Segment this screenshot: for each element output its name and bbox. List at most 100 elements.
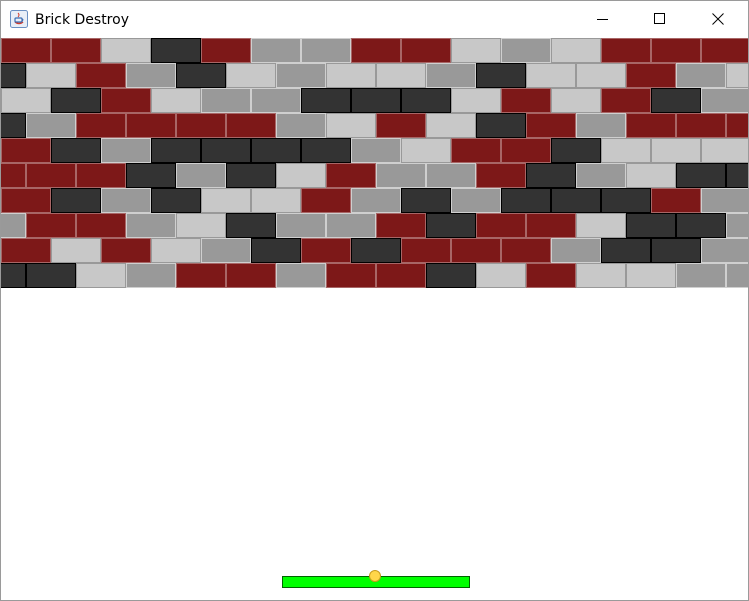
brick <box>401 188 451 213</box>
brick <box>201 138 251 163</box>
brick <box>1 38 51 63</box>
brick <box>651 188 701 213</box>
brick <box>701 38 748 63</box>
brick <box>726 63 748 88</box>
brick <box>576 213 626 238</box>
brick <box>101 38 151 63</box>
brick <box>676 263 726 288</box>
brick <box>1 113 26 138</box>
brick <box>551 38 601 63</box>
brick <box>176 113 226 138</box>
brick <box>551 138 601 163</box>
brick <box>151 88 201 113</box>
brick <box>1 238 51 263</box>
close-icon <box>712 13 724 25</box>
brick <box>476 63 526 88</box>
brick <box>76 213 126 238</box>
minimize-button[interactable] <box>580 1 626 38</box>
brick <box>251 188 301 213</box>
brick <box>526 113 576 138</box>
brick <box>626 213 676 238</box>
brick <box>726 263 748 288</box>
brick <box>301 38 351 63</box>
brick <box>601 188 651 213</box>
brick <box>426 113 476 138</box>
brick <box>1 213 26 238</box>
brick <box>226 263 276 288</box>
brick <box>476 213 526 238</box>
brick <box>51 188 101 213</box>
brick <box>226 163 276 188</box>
brick <box>76 263 126 288</box>
brick <box>476 263 526 288</box>
brick <box>576 163 626 188</box>
brick <box>176 263 226 288</box>
brick <box>451 188 501 213</box>
brick <box>226 63 276 88</box>
brick <box>351 138 401 163</box>
title-bar[interactable]: Brick Destroy <box>1 1 748 38</box>
brick <box>301 188 351 213</box>
brick <box>51 238 101 263</box>
brick <box>101 238 151 263</box>
brick <box>76 163 126 188</box>
brick <box>726 163 748 188</box>
brick <box>526 163 576 188</box>
brick <box>276 163 326 188</box>
brick <box>651 238 701 263</box>
brick <box>701 88 748 113</box>
brick <box>1 63 26 88</box>
brick <box>601 38 651 63</box>
brick <box>551 88 601 113</box>
brick <box>276 113 326 138</box>
maximize-button[interactable] <box>637 1 683 38</box>
brick <box>426 213 476 238</box>
brick <box>26 63 76 88</box>
brick <box>526 63 576 88</box>
brick <box>176 163 226 188</box>
brick <box>51 138 101 163</box>
brick <box>426 63 476 88</box>
brick <box>326 113 376 138</box>
brick <box>151 138 201 163</box>
brick <box>576 63 626 88</box>
brick <box>326 163 376 188</box>
brick <box>626 263 676 288</box>
brick <box>551 238 601 263</box>
brick <box>701 188 748 213</box>
brick <box>76 113 126 138</box>
brick <box>651 88 701 113</box>
brick <box>551 188 601 213</box>
java-app-icon <box>10 10 28 28</box>
brick <box>351 238 401 263</box>
brick <box>676 213 726 238</box>
brick <box>1 138 51 163</box>
brick <box>301 238 351 263</box>
game-canvas[interactable] <box>1 38 748 600</box>
brick <box>401 88 451 113</box>
brick <box>351 188 401 213</box>
close-button[interactable] <box>695 1 741 38</box>
brick <box>601 88 651 113</box>
brick <box>376 113 426 138</box>
brick <box>501 138 551 163</box>
brick <box>326 213 376 238</box>
brick <box>251 138 301 163</box>
brick <box>426 163 476 188</box>
brick <box>701 238 748 263</box>
brick <box>126 63 176 88</box>
brick <box>626 163 676 188</box>
brick <box>126 213 176 238</box>
brick <box>126 163 176 188</box>
brick <box>651 138 701 163</box>
brick <box>176 63 226 88</box>
brick <box>701 138 748 163</box>
brick <box>376 263 426 288</box>
game-window: Brick Destroy <box>0 0 749 601</box>
brick <box>601 238 651 263</box>
brick <box>576 263 626 288</box>
brick <box>526 263 576 288</box>
brick <box>451 88 501 113</box>
brick <box>626 113 676 138</box>
brick <box>401 138 451 163</box>
